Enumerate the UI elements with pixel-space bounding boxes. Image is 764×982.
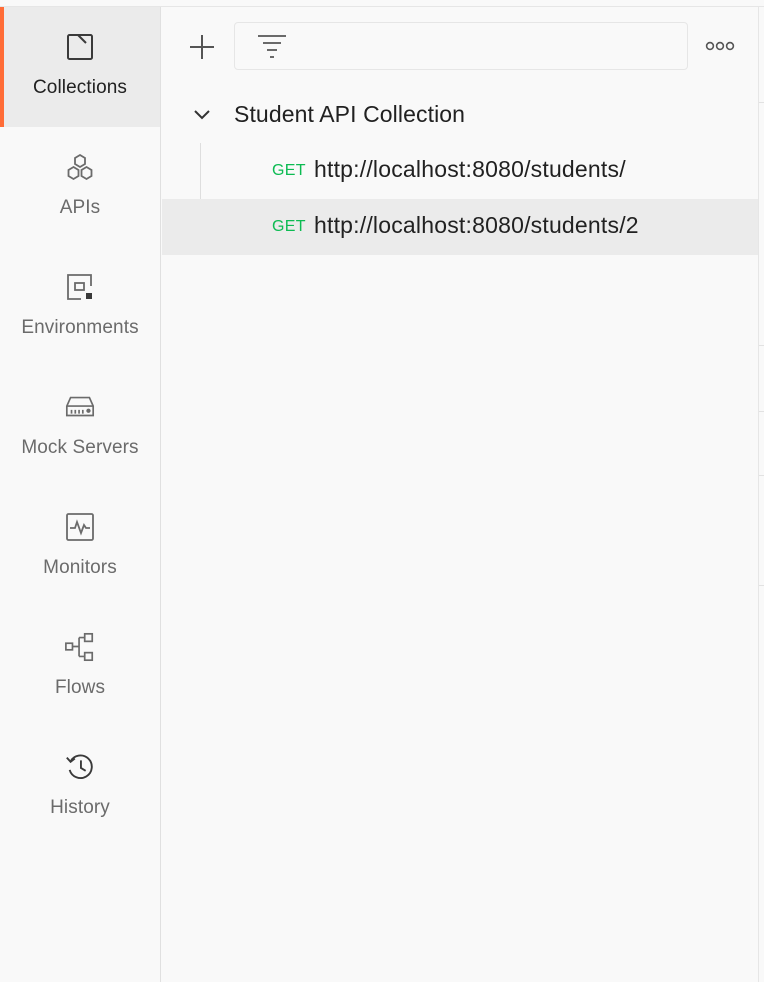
flows-icon	[64, 631, 96, 663]
request-url: http://localhost:8080/students/	[314, 156, 626, 182]
request-item[interactable]: GET http://localhost:8080/students/	[162, 143, 758, 199]
add-collection-button[interactable]	[182, 27, 222, 67]
sidebar-item-apis[interactable]: APIs	[0, 127, 160, 247]
mock-servers-icon	[64, 391, 96, 423]
environments-icon	[64, 271, 96, 303]
sidebar-nav: Collections APIs Environments Mock Serve…	[0, 7, 161, 982]
app-window: Collections APIs Environments Mock Serve…	[0, 6, 764, 982]
sidebar-item-label: Flows	[54, 677, 106, 698]
monitors-icon	[64, 511, 96, 543]
history-icon	[64, 751, 96, 783]
sidebar-item-environments[interactable]: Environments	[0, 247, 160, 367]
sidebar-item-collections[interactable]: Collections	[0, 7, 160, 127]
sidebar-item-monitors[interactable]: Monitors	[0, 487, 160, 607]
chevron-down-icon[interactable]	[190, 103, 214, 127]
sidebar-item-flows[interactable]: Flows	[0, 607, 160, 727]
request-item-selected[interactable]: GET http://localhost:8080/students/2	[162, 199, 758, 255]
sidebar-item-history[interactable]: History	[0, 727, 160, 847]
more-options-button[interactable]	[700, 29, 740, 63]
filter-icon[interactable]	[255, 31, 289, 61]
collection-name: Student API Collection	[234, 101, 466, 127]
request-method-badge: GET	[272, 218, 306, 235]
sidebar-item-label: History	[50, 797, 110, 818]
sidebar-item-label: Mock Servers	[21, 437, 139, 458]
search-box[interactable]	[234, 22, 688, 70]
request-url: http://localhost:8080/students/2	[314, 212, 639, 238]
right-panel-edge	[758, 7, 764, 982]
collections-icon	[64, 31, 96, 63]
apis-icon	[64, 151, 96, 183]
collections-panel: Student API Collection GET http://localh…	[162, 7, 758, 982]
search-input[interactable]	[295, 23, 675, 69]
sidebar-item-label: APIs	[59, 197, 101, 218]
more-horizontal-icon	[705, 41, 735, 51]
sidebar-item-label: Collections	[32, 77, 128, 98]
collections-toolbar	[162, 7, 758, 83]
request-method-badge: GET	[272, 162, 306, 179]
collection-item[interactable]: Student API Collection	[162, 87, 758, 143]
plus-icon	[190, 35, 214, 59]
sidebar-item-label: Environments	[21, 317, 139, 338]
sidebar-item-mock-servers[interactable]: Mock Servers	[0, 367, 160, 487]
sidebar-item-label: Monitors	[43, 557, 117, 578]
